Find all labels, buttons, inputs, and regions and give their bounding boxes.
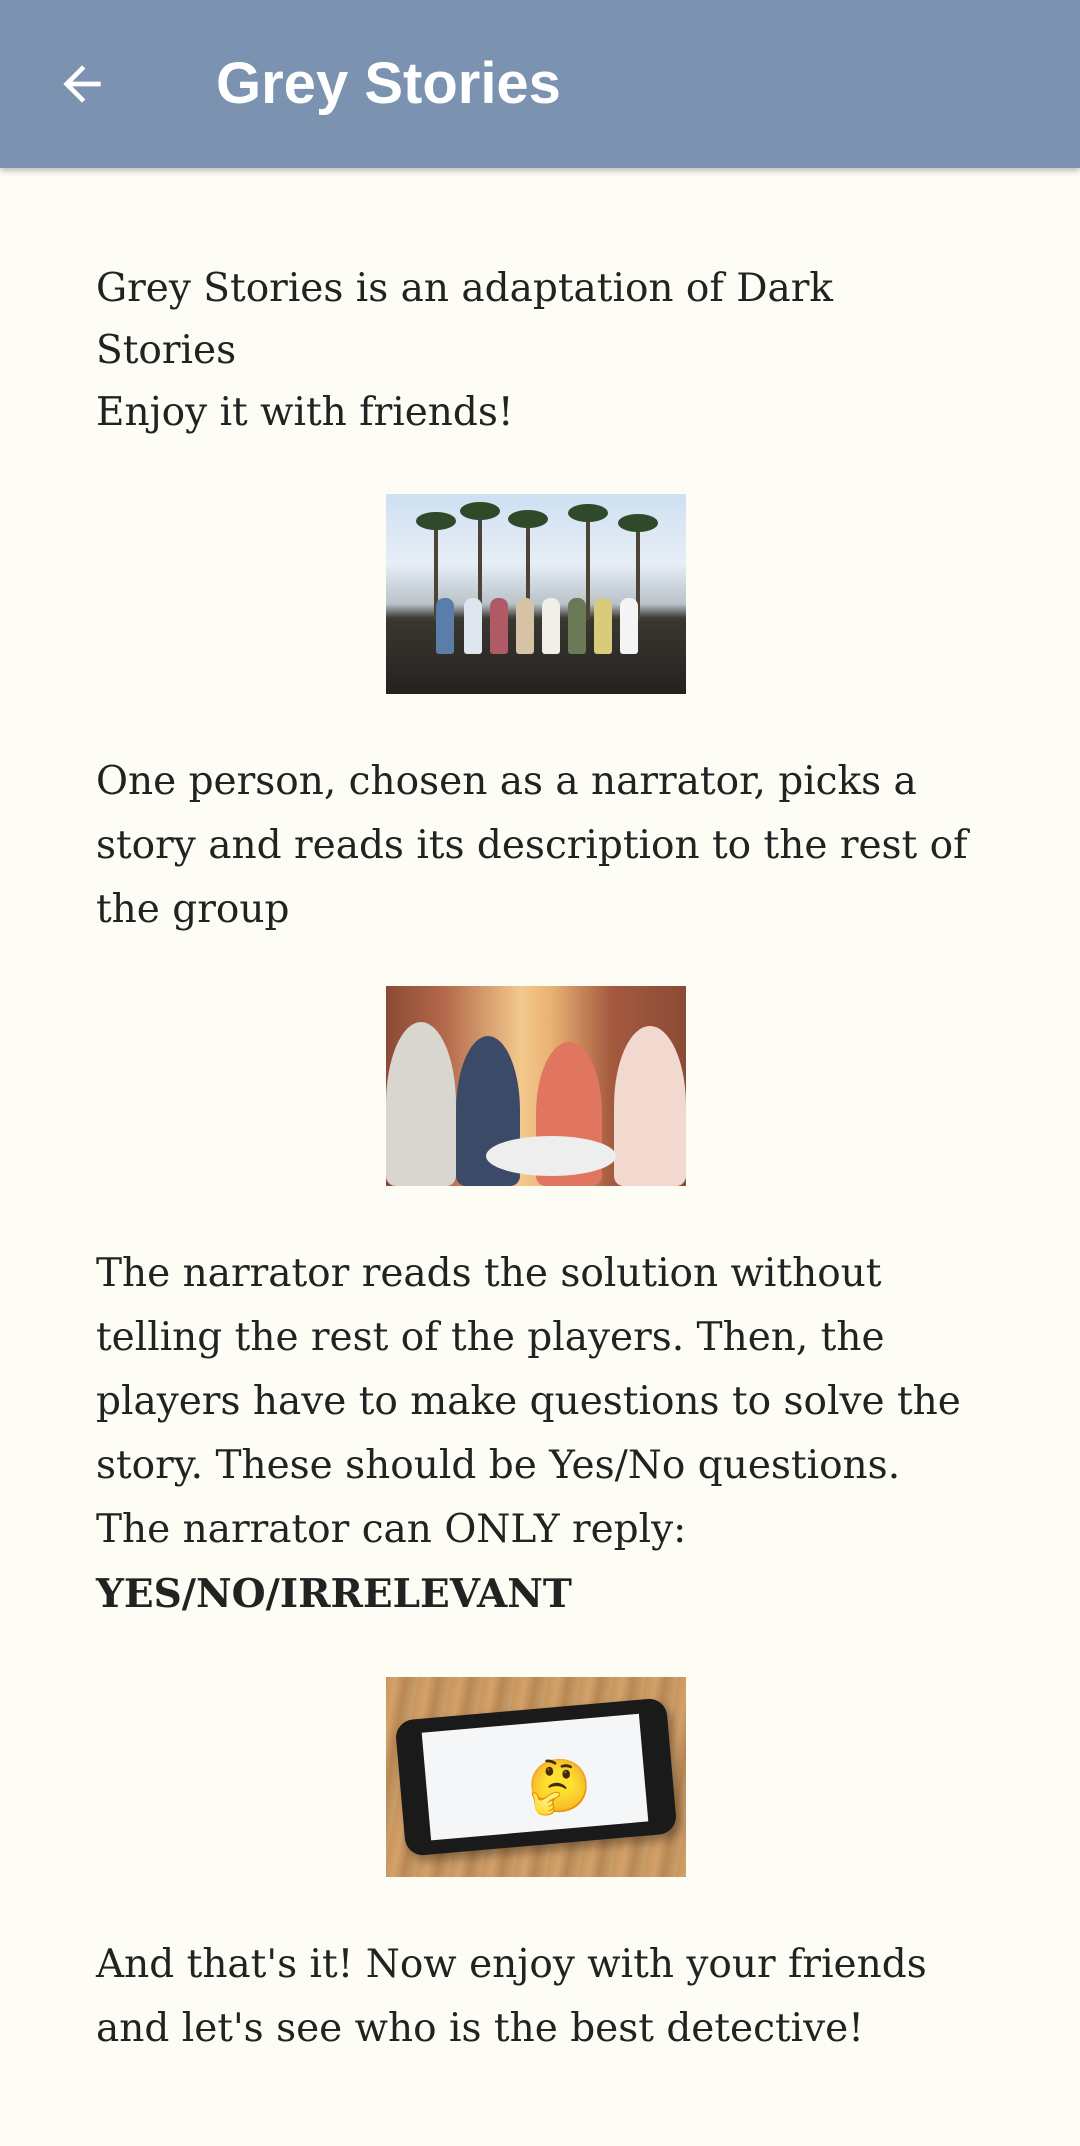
- friends-cafe-image: [386, 986, 686, 1186]
- narrator-paragraph: One person, chosen as a narrator, picks …: [96, 759, 968, 932]
- page-title: Grey Stories: [216, 51, 561, 116]
- intro-line-1: Grey Stories is an adaptation of Dark St…: [96, 266, 834, 373]
- friends-palm-trees-image: [386, 494, 686, 694]
- thinking-phone-image: 🤔: [386, 1677, 686, 1877]
- content-scroll[interactable]: Grey Stories is an adaptation of Dark St…: [96, 258, 976, 2061]
- rules-text: The narrator reads the solution without …: [96, 1251, 961, 1552]
- intro-line-2: Enjoy it with friends!: [96, 390, 514, 435]
- allowed-answers: YES/NO/IRRELEVANT: [96, 1571, 572, 1617]
- thinking-emoji-icon: 🤔: [524, 1754, 595, 1820]
- app-bar: Grey Stories: [0, 0, 1080, 168]
- back-button[interactable]: [38, 40, 126, 128]
- intro-text: Grey Stories is an adaptation of Dark St…: [96, 258, 976, 444]
- closing-paragraph: And that's it! Now enjoy with your frien…: [96, 1942, 927, 2051]
- arrow-back-icon: [63, 65, 101, 103]
- rules-paragraph: The narrator reads the solution without …: [96, 1242, 976, 1627]
